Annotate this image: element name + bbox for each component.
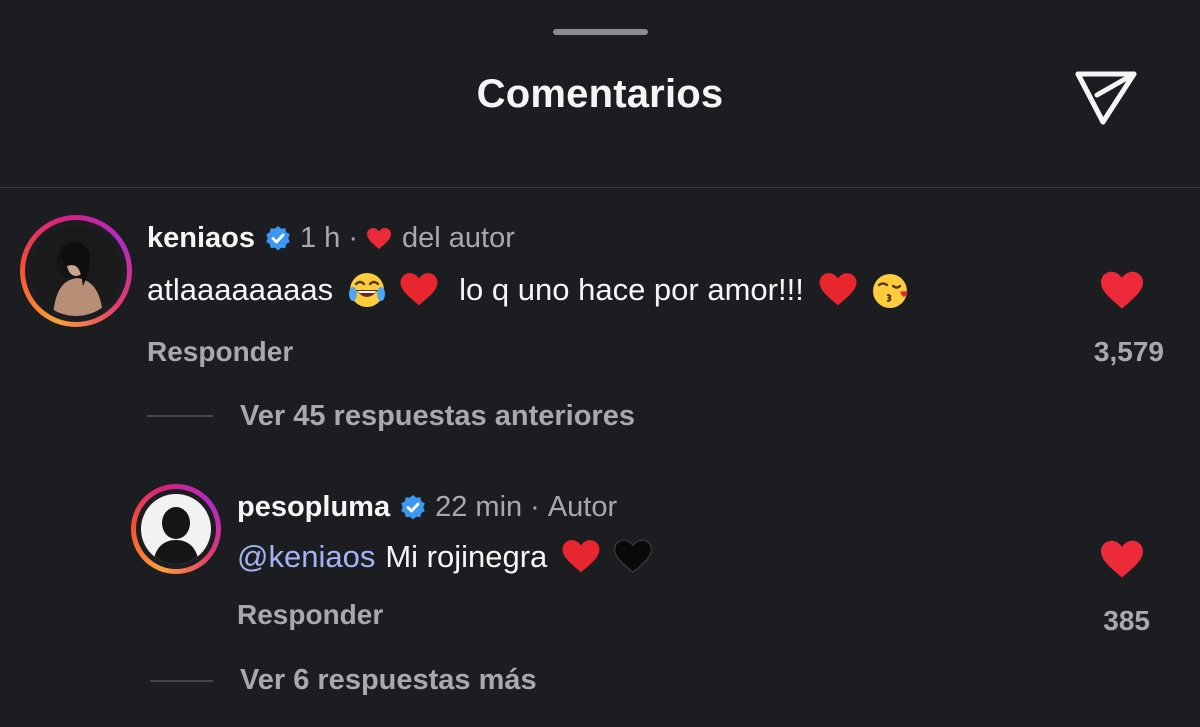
separator-dot: · [530,491,540,523]
comment-username[interactable]: keniaos [147,222,255,255]
heart-icon [366,227,392,251]
red-heart-emoji-icon [818,271,858,309]
comment-text-part-2: lo q uno hace por amor!!! [459,272,804,307]
heart-icon [1101,540,1143,578]
sheet-grabber[interactable] [553,29,648,35]
avatar[interactable] [131,484,221,574]
header-divider [0,187,1200,188]
page-title: Comentarios [476,72,724,116]
thread-line [150,680,213,682]
separator-dot: · [348,222,358,254]
red-heart-emoji-icon [561,538,601,576]
comment-time: 1 h [300,222,341,254]
reply-text-body: Mi rojinegra [385,539,548,574]
mention-link[interactable]: @keniaos [237,539,375,575]
like-button[interactable] [1096,539,1148,581]
comment-text: atlaaaaaaaas lo q uno hace por amor!!! [147,270,918,310]
verified-badge-icon [264,225,292,253]
reply-username[interactable]: pesopluma [237,491,390,524]
kiss-emoji-icon [870,270,912,310]
share-button[interactable] [1070,66,1142,130]
thread-line [147,415,213,417]
like-button[interactable] [1096,270,1148,312]
reply-button[interactable]: Responder [237,599,383,631]
like-count: 385 [1103,605,1150,636]
heart-icon [1101,271,1143,309]
author-badge: Autor [547,491,618,523]
reply-button[interactable]: Responder [147,336,293,368]
reply-time: 22 min [435,491,523,523]
comment-meta: keniaos 1 h · del autor [147,222,515,255]
reply-meta: pesopluma 22 min · Autor [237,491,617,524]
verified-badge-icon [399,494,427,522]
view-previous-replies-button[interactable]: Ver 45 respuestas anteriores [240,400,635,433]
paper-plane-icon [1075,71,1137,125]
comment-text-part-1: atlaaaaaaaas [147,272,334,307]
red-heart-emoji-icon [399,271,439,309]
like-count: 3,579 [1093,336,1164,367]
laughing-emoji-icon [347,270,387,310]
liked-by-author-label: del autor [402,222,515,254]
reply-text: @keniaos Mi rojinegra [237,538,659,576]
avatar[interactable] [20,215,132,327]
view-more-replies-button[interactable]: Ver 6 respuestas más [240,664,537,697]
black-heart-emoji-icon [613,538,653,576]
